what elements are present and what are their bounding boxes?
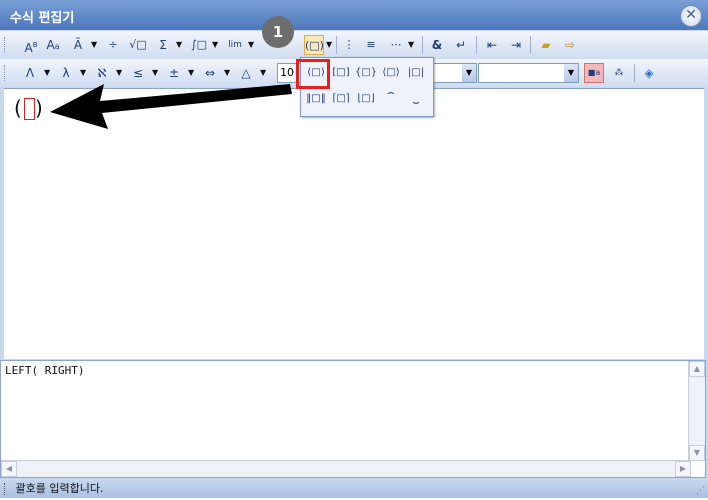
arrow-annotation — [50, 84, 292, 129]
arrow-icon — [50, 84, 292, 129]
